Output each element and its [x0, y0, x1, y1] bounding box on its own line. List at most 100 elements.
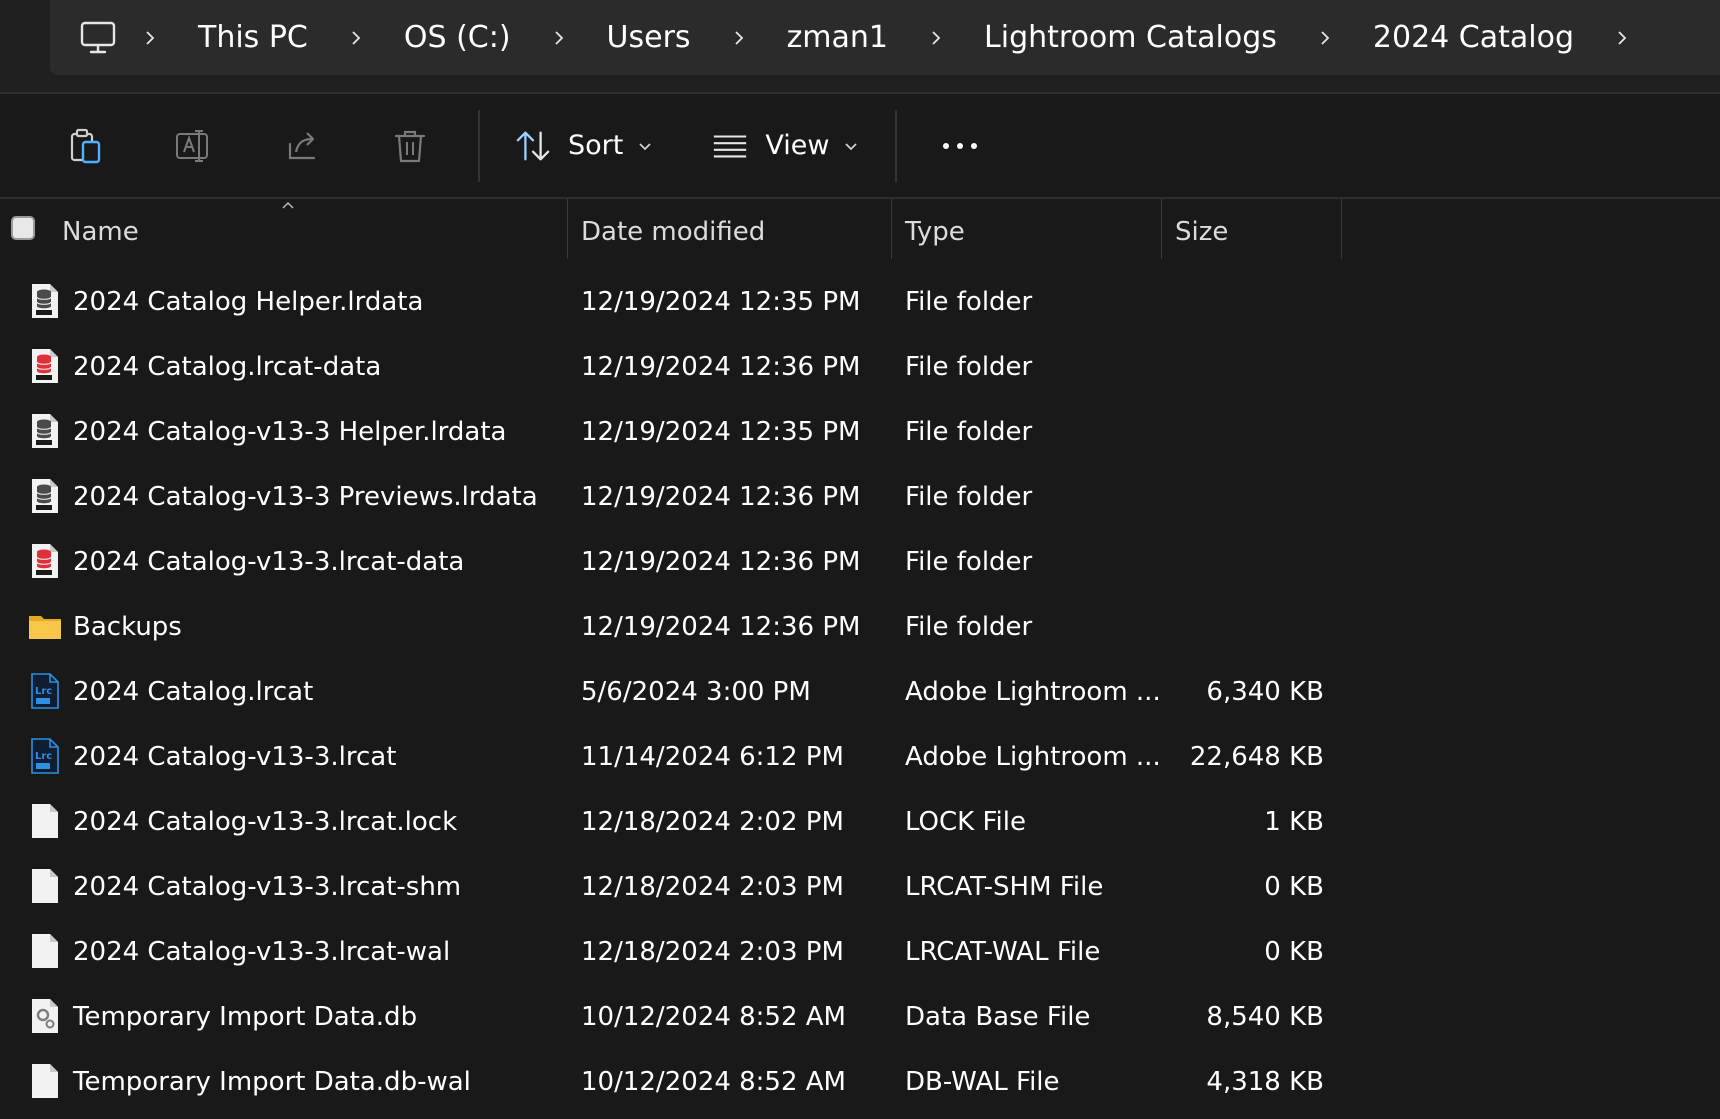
file-row[interactable]: 2024 Catalog-v13-3 Previews.lrdata 12/19/… — [0, 465, 1720, 530]
file-name: 2024 Catalog.lrcat-data — [73, 352, 382, 382]
file-row[interactable]: Lrc 2024 Catalog.lrcat 5/6/2024 3:00 PM Ado… — [0, 660, 1720, 725]
view-label: View — [765, 130, 830, 161]
toolbar-separator — [478, 109, 480, 182]
file-name: 2024 Catalog Helper.lrdata — [73, 287, 424, 317]
sort-ascending-caret-icon — [282, 201, 294, 209]
file-date-modified: 5/6/2024 3:00 PM — [581, 677, 811, 707]
column-resize-handle[interactable] — [567, 199, 568, 259]
toolbar-separator — [895, 109, 898, 182]
chevron-down-icon — [845, 142, 858, 150]
file-size: 0 KB — [1264, 937, 1324, 967]
rename-button[interactable] — [140, 106, 248, 186]
breadcrumb-separator[interactable] — [535, 30, 583, 46]
svg-text:Lrc: Lrc — [35, 751, 52, 762]
column-resize-handle[interactable] — [1161, 199, 1162, 259]
column-header-date[interactable]: Date modified — [581, 199, 765, 259]
database-file-icon — [32, 414, 58, 448]
svg-text:Lrc: Lrc — [35, 686, 52, 697]
file-type: File folder — [905, 287, 1033, 317]
file-name: 2024 Catalog-v13-3.lrcat-data — [73, 547, 465, 577]
file-size — [1170, 270, 1324, 335]
file-type: Adobe Lightroom ... — [905, 677, 1161, 707]
sort-button[interactable]: Sort — [494, 106, 673, 186]
database-file-icon — [32, 479, 58, 513]
file-date-modified: 12/19/2024 12:36 PM — [581, 352, 861, 382]
file-row[interactable]: Temporary Import Data.db-wal 10/12/2024 8… — [0, 1050, 1720, 1115]
breadcrumb-separator[interactable] — [715, 30, 763, 46]
more-dots-icon — [943, 142, 978, 149]
chevron-right-icon — [146, 30, 155, 45]
more-options-button[interactable] — [915, 106, 1005, 186]
file-type: LOCK File — [905, 807, 1026, 837]
share-button[interactable] — [248, 106, 356, 186]
breadcrumb-item[interactable]: 2024 Catalog — [1349, 20, 1598, 55]
file-size: 8,540 KB — [1206, 1002, 1324, 1032]
file-type: File folder — [905, 352, 1033, 382]
file-name: 2024 Catalog-v13-3 Helper.lrdata — [73, 417, 507, 447]
file-size — [1170, 400, 1324, 465]
file-type: File folder — [905, 482, 1033, 512]
file-row[interactable]: 2024 Catalog-v13-3.lrcat.lock 12/18/2024 … — [0, 790, 1720, 855]
breadcrumb[interactable]: This PC OS (C:) Users zman1 Lightroom Catalo… — [50, 0, 1720, 75]
sort-arrows-icon — [516, 131, 550, 160]
file-type: File folder — [905, 417, 1033, 447]
file-row[interactable]: Temporary Import Data.db 10/12/2024 8:52 … — [0, 985, 1720, 1050]
file-date-modified: 12/19/2024 12:35 PM — [581, 417, 861, 447]
file-size: 4,318 KB — [1206, 1067, 1324, 1097]
file-row[interactable]: Lrc 2024 Catalog-v13-3.lrcat 11/14/2024 6:… — [0, 725, 1720, 790]
select-all-checkbox[interactable] — [11, 216, 35, 240]
file-type: File folder — [905, 547, 1033, 577]
breadcrumb-item[interactable]: This PC — [174, 20, 332, 55]
file-date-modified: 11/14/2024 6:12 PM — [581, 742, 844, 772]
file-name: 2024 Catalog-v13-3.lrcat-wal — [73, 937, 451, 967]
file-name: 2024 Catalog-v13-3.lrcat.lock — [73, 807, 458, 837]
breadcrumb-separator[interactable] — [1301, 30, 1349, 46]
pc-monitor-icon[interactable] — [78, 18, 118, 58]
file-date-modified: 12/19/2024 12:36 PM — [581, 612, 861, 642]
file-row[interactable]: 2024 Catalog Helper.lrdata 12/19/2024 12:… — [0, 270, 1720, 335]
chevron-down-icon — [639, 142, 651, 150]
file-row[interactable]: 2024 Catalog-v13-3.lrcat-wal 12/18/2024 2… — [0, 920, 1720, 985]
column-header-type[interactable]: Type — [905, 199, 965, 259]
file-row[interactable]: 2024 Catalog-v13-3 Helper.lrdata 12/19/20… — [0, 400, 1720, 465]
file-date-modified: 12/19/2024 12:36 PM — [581, 482, 861, 512]
sort-label: Sort — [568, 130, 624, 161]
folder-icon — [29, 616, 61, 639]
breadcrumb-separator[interactable] — [912, 30, 960, 46]
chevron-right-icon — [734, 30, 743, 45]
breadcrumb-separator[interactable] — [1598, 30, 1646, 46]
clipboard-icon — [70, 128, 101, 163]
column-resize-handle[interactable] — [891, 199, 892, 259]
file-date-modified: 12/18/2024 2:03 PM — [581, 872, 844, 902]
breadcrumb-separator[interactable] — [332, 30, 380, 46]
breadcrumb-item[interactable]: Lightroom Catalogs — [960, 20, 1301, 55]
file-name: 2024 Catalog-v13-3.lrcat — [73, 742, 397, 772]
file-size: 6,340 KB — [1206, 677, 1324, 707]
file-size — [1170, 595, 1324, 660]
file-row[interactable]: 2024 Catalog-v13-3.lrcat-shm 12/18/2024 2… — [0, 855, 1720, 920]
file-row[interactable]: 2024 Catalog.lrcat-data 12/19/2024 12:36 … — [0, 335, 1720, 400]
breadcrumb-item[interactable]: OS (C:) — [380, 20, 535, 55]
column-header-size[interactable]: Size — [1175, 199, 1228, 259]
file-date-modified: 10/12/2024 8:52 AM — [581, 1067, 846, 1097]
database-settings-file-icon — [32, 999, 58, 1033]
file-size: 0 KB — [1264, 872, 1324, 902]
file-type: File folder — [905, 612, 1033, 642]
chevron-right-icon — [352, 30, 361, 45]
file-size — [1170, 465, 1324, 530]
breadcrumb-item[interactable]: zman1 — [763, 20, 912, 55]
chevron-right-icon — [1618, 30, 1627, 45]
file-size — [1170, 335, 1324, 400]
column-header-name[interactable]: Name — [62, 199, 139, 259]
blank-file-icon — [32, 934, 58, 968]
file-row[interactable]: 2024 Catalog-v13-3.lrcat-data 12/19/2024 … — [0, 530, 1720, 595]
file-type: DB-WAL File — [905, 1067, 1060, 1097]
breadcrumb-item[interactable]: Users — [583, 20, 715, 55]
file-row[interactable]: Backups 12/19/2024 12:36 PM File folder — [0, 595, 1720, 660]
delete-button[interactable] — [356, 106, 464, 186]
lightroom-catalog-icon: Lrc — [31, 673, 59, 709]
column-resize-handle[interactable] — [1341, 199, 1342, 259]
view-button[interactable]: View — [691, 106, 879, 186]
breadcrumb-separator[interactable] — [126, 30, 174, 46]
paste-button[interactable] — [32, 106, 140, 186]
